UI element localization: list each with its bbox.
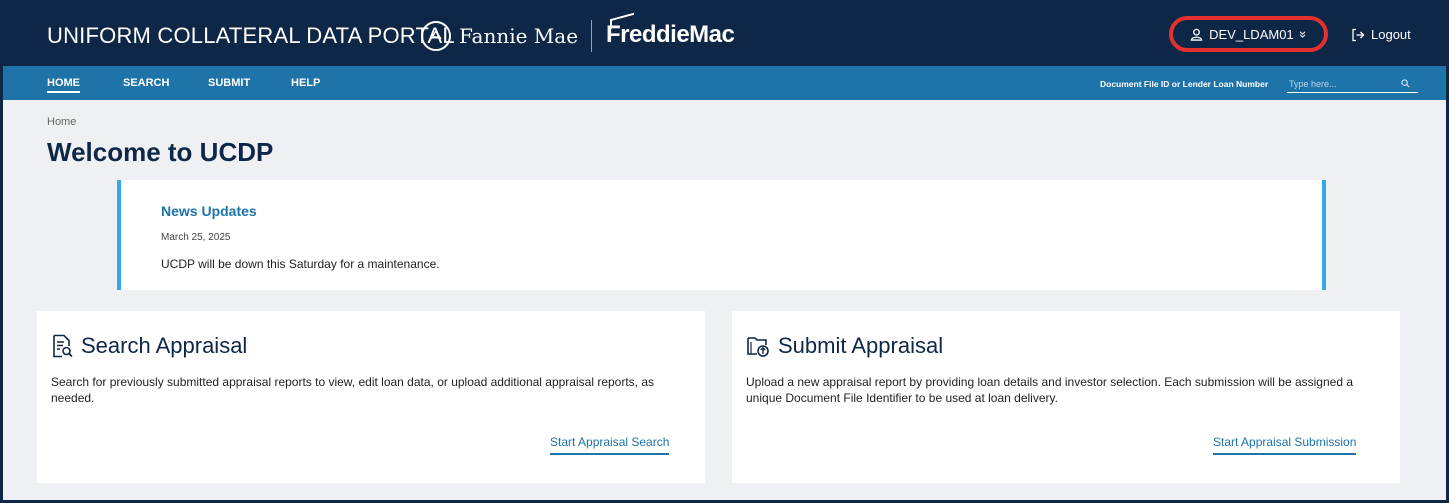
submit-appraisal-card: Submit Appraisal Upload a new appraisal … [732, 311, 1400, 483]
app-frame: UNIFORM COLLATERAL DATA PORTAL Fannie Ma… [0, 0, 1449, 503]
portal-title: UNIFORM COLLATERAL DATA PORTAL [47, 23, 455, 48]
top-header: UNIFORM COLLATERAL DATA PORTAL Fannie Ma… [3, 3, 1446, 66]
news-message: UCDP will be down this Saturday for a ma… [161, 257, 440, 271]
submit-appraisal-heading: Submit Appraisal [746, 333, 943, 359]
fannie-mae-emblem-icon [421, 21, 451, 51]
quick-search-label: Document File ID or Lender Loan Number [1100, 79, 1269, 89]
fannie-mae-logo-text: Fannie Mae [459, 24, 579, 48]
news-updates-panel: News Updates March 25, 2025 UCDP will be… [117, 180, 1326, 290]
news-title: News Updates [161, 203, 257, 219]
nav-search[interactable]: SEARCH [123, 77, 169, 89]
chevron-down-icon: » [1295, 30, 1311, 38]
user-name: DEV_LDAM01 [1209, 26, 1294, 42]
user-menu-button[interactable]: DEV_LDAM01 » [1169, 16, 1328, 52]
submit-appraisal-title: Submit Appraisal [778, 333, 944, 358]
start-appraisal-submission-link[interactable]: Start Appraisal Submission [1213, 435, 1357, 455]
search-appraisal-title: Search Appraisal [81, 333, 248, 358]
brand-divider [591, 20, 592, 52]
submit-appraisal-description: Upload a new appraisal report by providi… [746, 375, 1354, 405]
quick-search-input[interactable] [1287, 78, 1401, 89]
logout-button[interactable]: Logout [1351, 27, 1411, 42]
logout-icon [1351, 28, 1365, 42]
nav-help[interactable]: HELP [291, 77, 320, 89]
upload-folder-icon [746, 334, 770, 358]
user-icon [1190, 28, 1203, 41]
nav-submit[interactable]: SUBMIT [208, 77, 250, 89]
freddie-mac-logo: FreddieMac [606, 21, 735, 48]
search-document-icon [51, 334, 73, 358]
start-appraisal-search-link[interactable]: Start Appraisal Search [550, 435, 670, 455]
logout-label: Logout [1371, 27, 1411, 42]
quick-search-box [1287, 75, 1418, 93]
page-title: Welcome to UCDP [47, 137, 274, 167]
breadcrumb: Home [47, 116, 77, 128]
search-appraisal-description: Search for previously submitted appraisa… [51, 375, 655, 405]
search-icon[interactable] [1401, 79, 1410, 88]
search-appraisal-heading: Search Appraisal [51, 333, 247, 359]
search-appraisal-card: Search Appraisal Search for previously s… [37, 311, 705, 483]
main-nav: HOME SEARCH SUBMIT HELP Document File ID… [3, 66, 1446, 100]
nav-home[interactable]: HOME [47, 77, 80, 93]
news-date: March 25, 2025 [161, 232, 231, 243]
fannie-mae-logo: Fannie Mae [421, 21, 578, 51]
